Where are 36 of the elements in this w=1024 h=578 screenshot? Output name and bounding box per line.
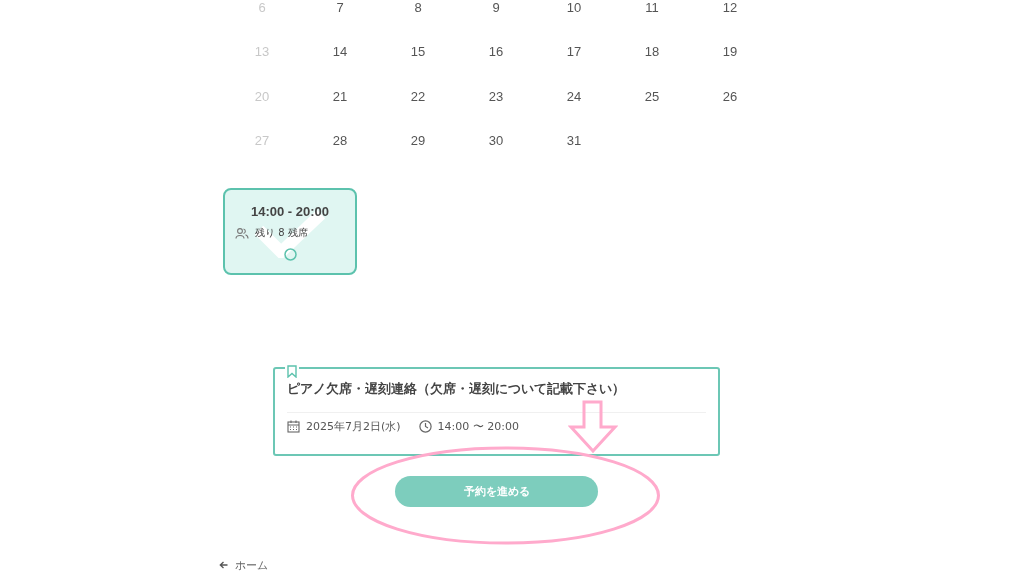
remaining-seats: 残り 8 残席 (255, 226, 308, 240)
event-title: ピアノ欠席・遅刻連絡（欠席・遅刻について記載下さい） (287, 380, 626, 398)
calendar-day[interactable]: 21 (301, 74, 379, 119)
calendar-day[interactable]: 12 (691, 0, 769, 30)
people-icon (235, 227, 249, 239)
bookmark-icon (285, 365, 299, 378)
calendar-day[interactable]: 18 (613, 29, 691, 74)
calendar-day[interactable]: 24 (535, 74, 613, 119)
calendar-day[interactable]: 7 (301, 0, 379, 30)
calendar-icon (287, 420, 300, 433)
calendar-day[interactable]: 26 (691, 74, 769, 119)
calendar-day[interactable]: 31 (535, 118, 613, 163)
radio-circle-icon (283, 248, 297, 261)
calendar-day[interactable]: 16 (457, 29, 535, 74)
calendar-day[interactable]: 8 (379, 0, 457, 30)
calendar-day[interactable]: 22 (379, 74, 457, 119)
calendar-day[interactable]: 29 (379, 118, 457, 163)
clock-icon (418, 420, 432, 433)
time-slot-card[interactable]: 14:00 - 20:00 残り 8 残席 (223, 188, 357, 275)
home-link[interactable]: ホーム (219, 557, 268, 573)
back-arrow-icon (219, 561, 228, 569)
annotation-arrow (568, 400, 618, 453)
calendar-day[interactable]: 9 (457, 0, 535, 30)
event-date: 2025年7月2日(水) (306, 419, 401, 434)
calendar-day[interactable]: 23 (457, 74, 535, 119)
calendar-day[interactable]: 15 (379, 29, 457, 74)
event-time: 14:00 〜 20:00 (437, 419, 519, 434)
calendar-day[interactable]: 28 (301, 118, 379, 163)
calendar-day[interactable]: 10 (535, 0, 613, 30)
calendar-day[interactable]: 14 (301, 29, 379, 74)
calendar-day[interactable]: 25 (613, 74, 691, 119)
calendar-day[interactable]: 30 (457, 118, 535, 163)
calendar-day[interactable]: 17 (535, 29, 613, 74)
calendar-day[interactable]: 11 (613, 0, 691, 30)
time-range: 14:00 - 20:00 (250, 204, 330, 219)
calendar-day[interactable]: 19 (691, 29, 769, 74)
